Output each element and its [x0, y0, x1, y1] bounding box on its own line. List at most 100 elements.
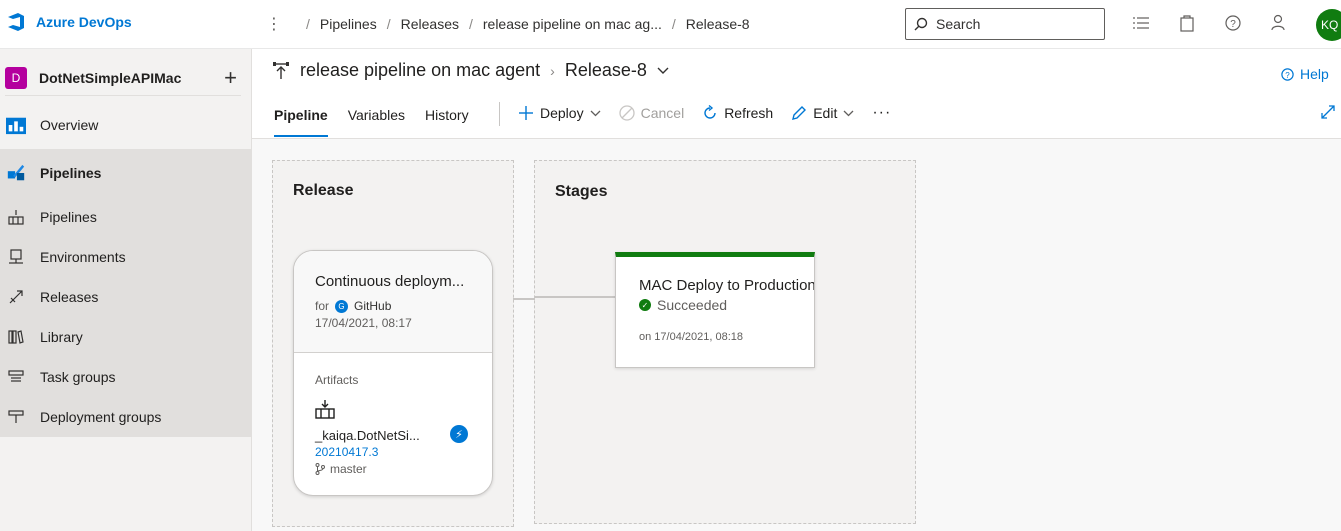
fullscreen-expand-icon[interactable]	[1321, 105, 1335, 119]
sidebar: D DotNetSimpleAPIMac + Overview Pipeline…	[0, 49, 252, 531]
top-bar: Azure DevOps ⋮ / Pipelines / Releases / …	[0, 0, 1341, 49]
search-box[interactable]: Search	[905, 8, 1105, 40]
cancel-icon	[618, 105, 635, 121]
top-icons: ?	[1130, 12, 1290, 34]
pipelines-rocket-icon	[6, 163, 26, 183]
connector-line	[513, 298, 535, 300]
sidebar-item-pipelines[interactable]: Pipelines	[0, 197, 251, 237]
sidebar-item-pipelines-section[interactable]: Pipelines	[0, 149, 251, 197]
trigger-name: Continuous deploym...	[315, 273, 465, 290]
chevron-right-icon: ›	[550, 62, 555, 79]
divider	[499, 102, 500, 126]
branch-icon	[315, 463, 325, 475]
deploy-label: Deploy	[540, 105, 584, 121]
github-icon: G	[335, 299, 349, 313]
stage-status: ✓ Succeeded	[639, 297, 814, 313]
refresh-label: Refresh	[724, 105, 774, 121]
continuous-deployment-trigger-icon[interactable]: ⚡	[450, 425, 468, 443]
tab-pipeline[interactable]: Pipeline	[274, 100, 328, 137]
help-link[interactable]: ? Help	[1281, 66, 1329, 82]
page-title: release pipeline on mac agent › Release-…	[272, 60, 669, 81]
build-number-link[interactable]: 20210417.3	[315, 445, 492, 459]
task-groups-icon	[6, 367, 26, 387]
chevron-down-icon[interactable]	[657, 67, 669, 75]
pipeline-name[interactable]: release pipeline on mac agent	[300, 60, 540, 81]
sidebar-item-overview[interactable]: Overview	[0, 101, 251, 149]
search-icon	[914, 17, 928, 31]
help-circle-icon: ?	[1281, 67, 1294, 81]
help-circle-icon[interactable]: ?	[1222, 12, 1244, 34]
artifacts-label: Artifacts	[315, 373, 359, 387]
user-settings-icon[interactable]	[1268, 12, 1290, 34]
success-check-icon: ✓	[639, 299, 651, 311]
add-icon[interactable]: +	[224, 65, 237, 91]
overview-icon	[6, 115, 26, 135]
release-panel-title: Release	[293, 182, 354, 199]
plus-icon	[519, 106, 533, 120]
trigger-source: for G GitHub	[315, 299, 492, 313]
deploy-button[interactable]: Deploy	[518, 105, 601, 121]
for-label: for	[315, 299, 330, 313]
cancel-label: Cancel	[640, 105, 685, 121]
sidebar-item-environments[interactable]: Environments	[0, 237, 251, 277]
library-icon	[6, 327, 26, 347]
brand-link[interactable]: Azure DevOps	[6, 12, 132, 32]
release-card[interactable]: Continuous deploym... for G GitHub 17/04…	[293, 250, 493, 496]
cancel-button[interactable]: Cancel	[618, 105, 685, 121]
svg-text:?: ?	[1285, 71, 1290, 80]
sidebar-item-library[interactable]: Library	[0, 317, 251, 357]
marketplace-bag-icon[interactable]	[1176, 12, 1198, 34]
environments-icon	[6, 247, 26, 267]
deployment-groups-icon	[6, 407, 26, 427]
edit-label: Edit	[813, 105, 838, 121]
sidebar-item-label: Environments	[40, 249, 126, 265]
breadcrumb-pipeline[interactable]: release pipeline on mac ag...	[483, 16, 662, 32]
trigger-date: 17/04/2021, 08:17	[315, 316, 412, 330]
project-badge: D	[5, 66, 27, 89]
branch-name: master	[330, 462, 367, 476]
brand-name: Azure DevOps	[36, 14, 132, 30]
refresh-button[interactable]: Refresh	[702, 105, 773, 121]
status-label: Succeeded	[657, 297, 728, 313]
project-name: DotNetSimpleAPIMac	[39, 69, 182, 86]
release-pipeline-icon	[273, 61, 289, 79]
settings-list-icon[interactable]	[1130, 12, 1152, 34]
more-actions-icon[interactable]: ···	[872, 104, 891, 122]
search-placeholder: Search	[936, 16, 981, 32]
breadcrumb: / Pipelines / Releases / release pipelin…	[306, 16, 750, 32]
stage-card[interactable]: MAC Deploy to Production ✓ Succeeded on …	[615, 252, 815, 368]
sidebar-item-deployment-groups[interactable]: Deployment groups	[0, 397, 251, 437]
breadcrumb-release[interactable]: Release-8	[686, 16, 750, 32]
chevron-down-icon	[843, 110, 854, 116]
sidebar-item-label: Pipelines	[40, 209, 97, 225]
avatar[interactable]: KQ	[1316, 9, 1341, 41]
help-label: Help	[1300, 66, 1329, 82]
breadcrumb-pipelines[interactable]: Pipelines	[320, 16, 377, 32]
connector-line	[535, 296, 616, 298]
chevron-down-icon	[590, 110, 601, 116]
project-header[interactable]: D DotNetSimpleAPIMac +	[5, 60, 241, 96]
source-name: GitHub	[354, 299, 392, 313]
tab-history[interactable]: History	[425, 100, 469, 137]
toolbar: Deploy Cancel Refresh Edit ···	[518, 104, 891, 122]
edit-button[interactable]: Edit	[791, 105, 854, 121]
more-vertical-icon[interactable]: ⋮	[266, 14, 282, 34]
azure-devops-logo-icon	[8, 13, 24, 31]
branch: master	[315, 462, 492, 476]
sidebar-item-releases[interactable]: Releases	[0, 277, 251, 317]
sidebar-item-task-groups[interactable]: Task groups	[0, 357, 251, 397]
sidebar-item-label: Library	[40, 329, 83, 345]
release-name[interactable]: Release-8	[565, 60, 647, 81]
release-trigger-section[interactable]: Continuous deploym... for G GitHub 17/04…	[294, 251, 492, 353]
stage-date: on 17/04/2021, 08:18	[639, 331, 743, 343]
tab-variables[interactable]: Variables	[348, 100, 405, 137]
artifacts-section: Artifacts _kaiqa.DotNetSi... 20210417.3 …	[294, 353, 492, 476]
breadcrumb-releases[interactable]: Releases	[401, 16, 459, 32]
sidebar-item-label: Deployment groups	[40, 409, 162, 425]
releases-rocket-icon	[6, 287, 26, 307]
stages-panel-title: Stages	[555, 183, 608, 200]
tab-bar: Pipeline Variables History	[274, 100, 469, 137]
sidebar-item-label: Overview	[40, 117, 99, 133]
sidebar-item-label: Task groups	[40, 369, 116, 385]
sidebar-item-label: Pipelines	[40, 165, 102, 181]
